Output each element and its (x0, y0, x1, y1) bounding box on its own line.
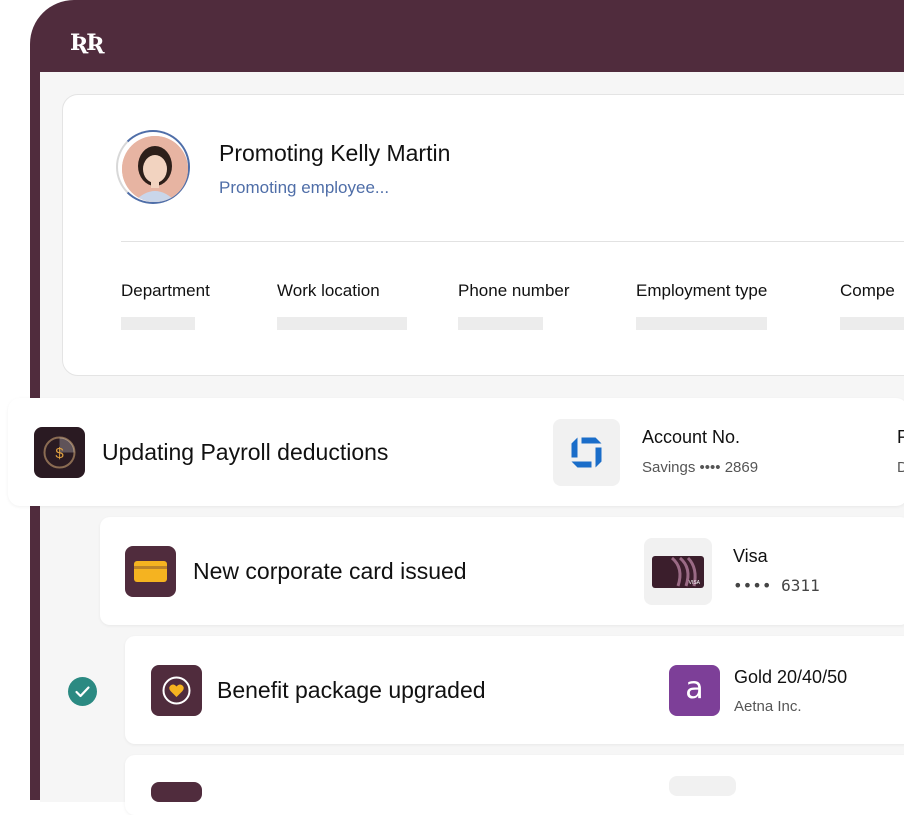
page-title: Promoting Kelly Martin (219, 140, 451, 166)
account-number: Savings •••• 2869 (642, 459, 759, 476)
cut-off-sub: D (897, 459, 904, 476)
heart-benefit-icon (151, 665, 202, 716)
next-row-icon (151, 782, 202, 802)
benefit-plan: Gold 20/40/50 (734, 667, 848, 687)
field-label-department: Department (121, 281, 210, 300)
divider (121, 241, 904, 242)
next-row[interactable] (125, 755, 904, 815)
card-number: •••• 6311 (733, 576, 820, 595)
field-value-placeholder (277, 317, 407, 330)
field-value-placeholder (458, 317, 543, 330)
benefit-label: Benefit package upgraded (217, 677, 486, 703)
credit-card-icon (125, 546, 176, 597)
card-visa-mark: VISA (689, 580, 701, 586)
account-title: Account No. (642, 427, 741, 447)
field-label-compensation: Compe (840, 281, 895, 300)
field-value-placeholder (636, 317, 767, 330)
promotion-card (62, 94, 904, 376)
corporate-card-label: New corporate card issued (193, 558, 467, 584)
benefit-provider: Aetna Inc. (734, 698, 802, 715)
field-label-work-location: Work location (277, 281, 380, 300)
payroll-label: Updating Payroll deductions (102, 439, 389, 465)
card-image-tile: VISA (644, 538, 712, 605)
bank-logo-tile (553, 419, 620, 486)
status-text: Promoting employee... (219, 178, 390, 197)
cut-off-title: R (897, 427, 904, 447)
avatar (122, 136, 188, 202)
payroll-dollar-icon: $ (34, 427, 85, 478)
field-label-phone-number: Phone number (458, 281, 570, 300)
field-label-employment-type: Employment type (636, 281, 768, 300)
next-row-logo-tile (669, 776, 736, 796)
check-circle-icon (68, 677, 97, 706)
app-logo: ƦƦ (70, 30, 105, 56)
card-brand: Visa (733, 546, 768, 566)
chase-bank-icon (571, 437, 602, 468)
field-value-placeholder (121, 317, 195, 330)
corporate-card-image: VISA (652, 556, 704, 588)
field-value-placeholder (840, 317, 904, 330)
svg-text:$: $ (55, 445, 64, 462)
aetna-logo: a (669, 665, 720, 716)
